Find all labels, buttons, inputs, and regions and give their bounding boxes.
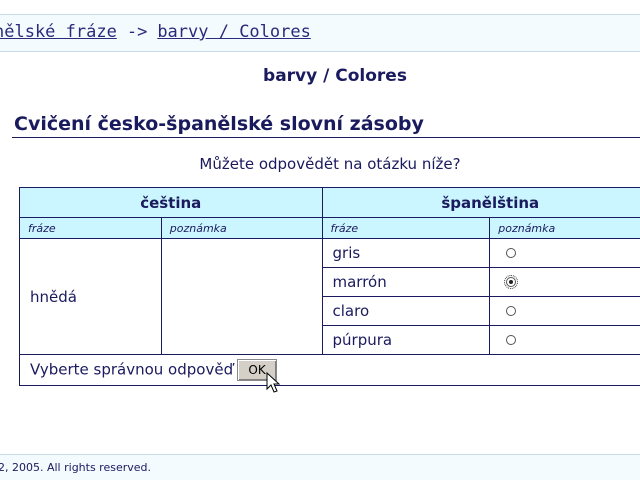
option-radio-claro[interactable] [506,306,517,316]
column-header-spanish: španělština [321,187,640,218]
czech-note [160,238,323,355]
option-radio-marron[interactable] [504,275,519,289]
breadcrumb-current-link[interactable]: barvy / Colores [157,22,311,42]
subheader-czech-note: poznámka [160,217,323,239]
column-header-czech: čeština [19,187,323,218]
breadcrumb-separator: -> [126,22,148,42]
submit-prompt: Vyberte správnou odpověď [30,360,234,379]
option-label: claro [321,296,491,326]
option-label: púrpura [321,325,491,355]
exercise-table: čeština španělština fráze poznámka fráze… [19,187,640,386]
subheader-spanish-phrase: fráze [321,217,491,239]
title-divider [12,137,640,138]
top-nav-bar: nělské fráze -> barvy / Colores [0,14,640,52]
breadcrumb: nělské fráze -> barvy / Colores [0,22,311,42]
footer-copyright: 2, 2005. All rights reserved. [0,461,152,474]
question-text: Můžete odpovědět na otázku níže? [199,155,461,173]
page-title: Cvičení česko-španělské slovní zásoby [14,113,424,135]
subheader-spanish-note: poznámka [489,217,640,239]
submit-row: Vyberte správnou odpověď OK [19,354,640,386]
page-subtitle: barvy / Colores [263,66,407,86]
option-label: marrón [321,267,491,297]
subheader-czech-phrase: fráze [19,217,162,239]
option-radio-gris[interactable] [506,248,517,258]
czech-word: hnědá [19,238,162,355]
breadcrumb-parent-link[interactable]: nělské fráze [0,22,117,42]
mouse-cursor-icon [266,372,281,393]
option-label: gris [321,238,491,268]
footer-bar: 2, 2005. All rights reserved. [0,454,640,480]
option-radio-purpura[interactable] [506,335,517,345]
